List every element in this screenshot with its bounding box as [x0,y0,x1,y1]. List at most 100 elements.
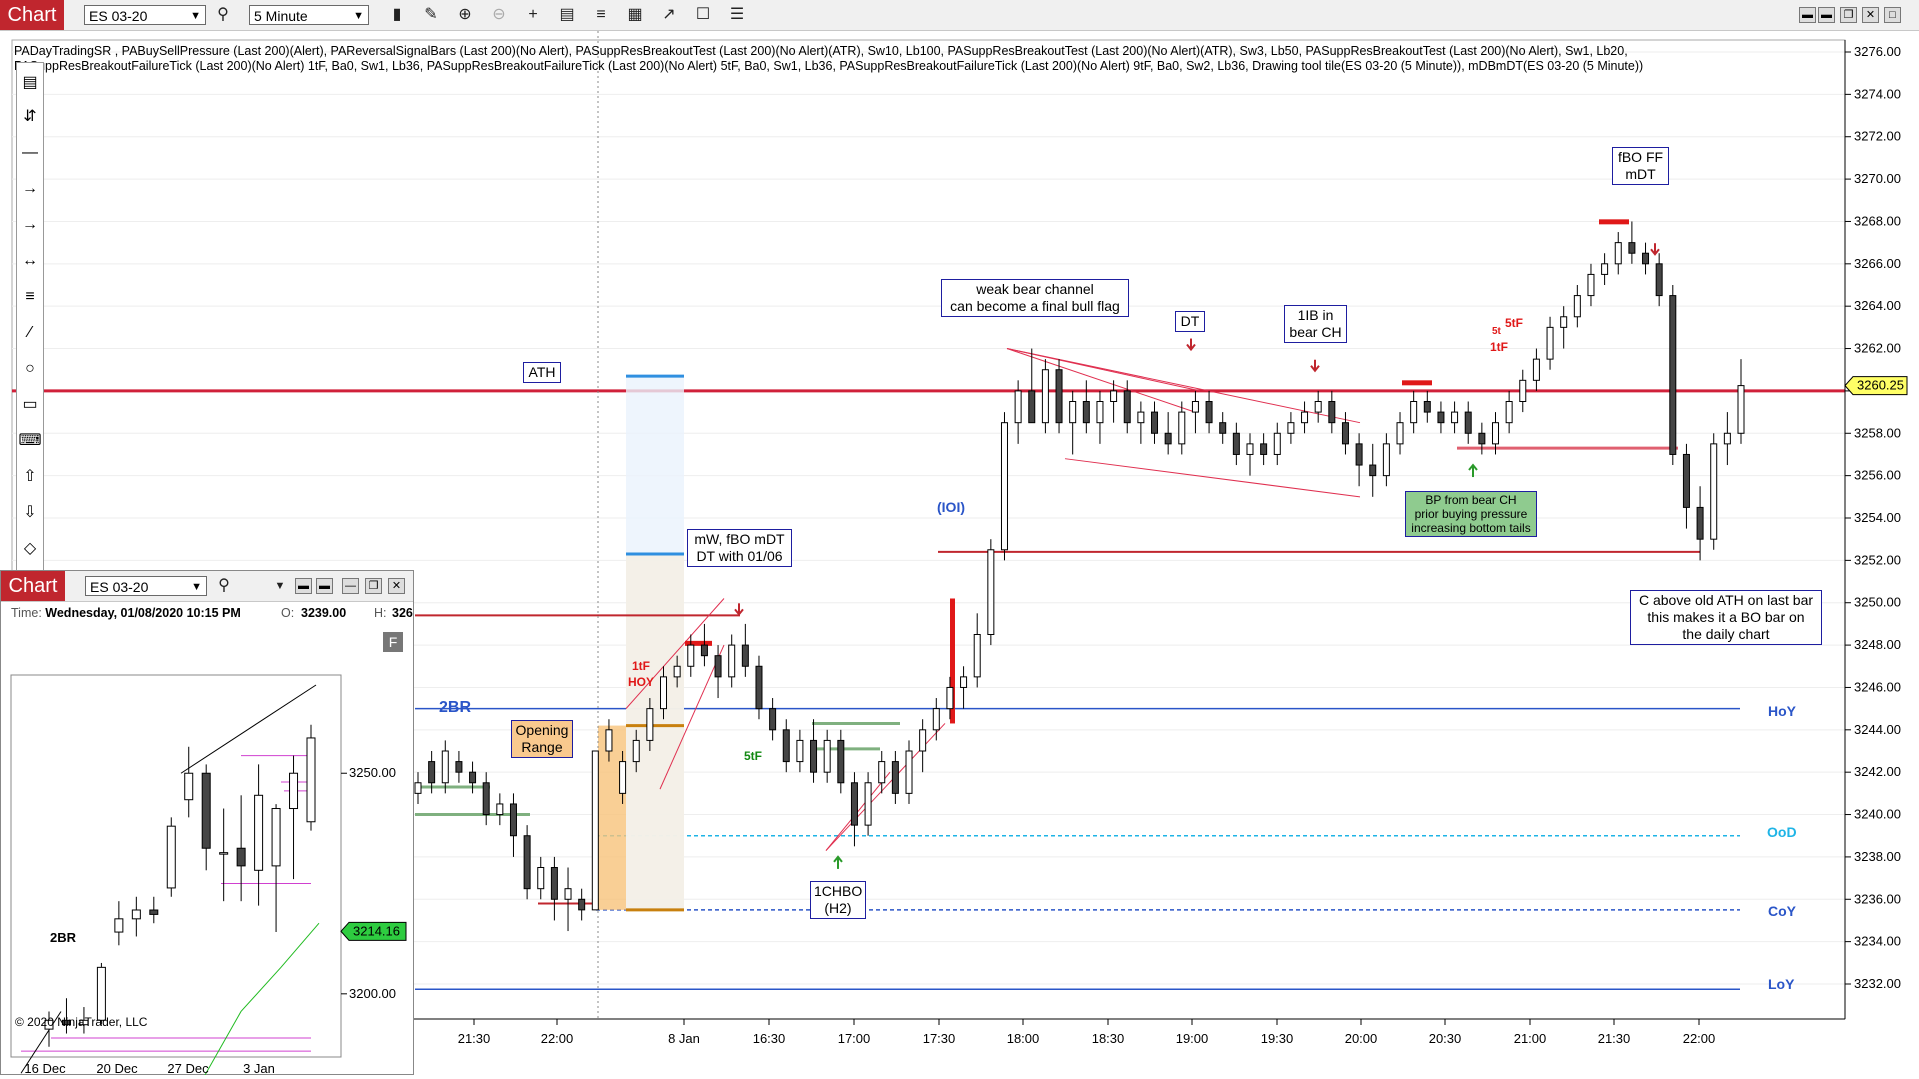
snap-button[interactable]: ▬ [1818,7,1835,23]
opening-range-note[interactable]: Opening Range [511,720,573,758]
time-label: 22:00 [541,1031,574,1046]
chart-tab[interactable]: Chart [0,0,64,30]
mw-note[interactable]: mW, fBO mDT DT with 01/06 [687,529,792,567]
bp-text-1: BP from bear CH [1425,493,1517,507]
tf1-label: 1tF [632,659,650,673]
candle [1000,412,1008,561]
arrow-down-icon[interactable]: ⇩ [17,501,43,525]
tf5-green-label: 5tF [744,749,762,763]
c-above-note[interactable]: C above old ATH on last bar this makes i… [1630,590,1822,645]
close-button[interactable]: ✕ [388,578,405,594]
horizontal-lines-icon[interactable]: ≡ [17,285,43,309]
ib-note[interactable]: 1IB in bear CH [1284,305,1347,343]
daily-candle [131,896,141,937]
bp-note[interactable]: BP from bear CH prior buying pressure in… [1405,491,1537,537]
fbo-text-1: fBO FF [1617,149,1664,165]
fbo-text-2: mDT [1625,166,1656,182]
weak-text-1: weak bear channel [976,281,1094,297]
fbo-note[interactable]: fBO FF mDT [1612,147,1669,185]
arrow-line-icon[interactable]: ↔ [17,249,43,273]
tf1-red2-label: 1tF [1490,340,1508,354]
templates-icon[interactable]: ≡ [590,4,612,26]
candle [1055,359,1063,434]
price-label: 3250.00 [1854,595,1901,610]
risk-reward-icon[interactable]: ⇵ [17,105,43,129]
price-label: 3266.00 [1854,256,1901,271]
crosshair-icon[interactable]: + [522,4,544,26]
pin-button[interactable]: □ [1884,7,1901,23]
price-label: 3248.00 [1854,637,1901,652]
chevron-down-icon: ▼ [353,10,364,22]
daily-price-label: 3250.00 [349,765,396,780]
f-button[interactable]: F [383,632,403,652]
list-icon[interactable]: ☰ [726,4,748,26]
daily-chart-window[interactable]: Chart ES 03-20 ▼ ⚲ ▼ ▬ ▬ — ❐ ✕ Time: Wed… [0,570,414,1075]
price-label: 3254.00 [1854,510,1901,525]
minimize-button[interactable]: — [342,578,359,594]
indicators-icon[interactable]: ↗ [658,4,680,26]
daily-instrument-selector[interactable]: ES 03-20 ▼ [85,576,207,596]
text-icon[interactable]: ⌨ [17,429,43,453]
daily-candle [306,724,316,831]
dt-note[interactable]: DT [1175,311,1205,332]
price-label: 3270.00 [1854,171,1901,186]
red-marker-2 [1599,219,1629,225]
time-label: 18:30 [1092,1031,1125,1046]
price-label: 3238.00 [1854,849,1901,864]
daily-current-price-tag: 3214.16 [340,921,407,941]
search-icon[interactable]: ⚲ [212,4,234,26]
candle [523,825,531,900]
extended-line-icon[interactable]: → [17,213,43,237]
zoom-out-icon[interactable]: ⊖ [488,4,510,26]
time-label: 21:30 [458,1031,491,1046]
rectangle-icon[interactable]: ▭ [17,393,43,417]
drawing-tools-panel: ▤ ⇵ — → → ↔ ≡ ∕ ○ ▭ ⌨ ⇧ ⇩ ◇ [16,62,44,574]
restore-button[interactable]: ❐ [365,578,382,594]
snap-button[interactable]: ▬ [295,578,312,594]
chevron-down-icon: ▼ [190,10,201,22]
data-box-icon[interactable]: ☐ [692,4,714,26]
diamond-icon[interactable]: ◇ [17,537,43,561]
dropdown-icon[interactable]: ▼ [269,575,291,597]
interval-selector[interactable]: 5 Minute ▼ [249,5,369,25]
ib-text-2: bear CH [1289,324,1342,340]
close-button[interactable]: ✕ [1862,7,1879,23]
search-icon[interactable]: ⚲ [213,575,235,597]
bar-type-icon[interactable]: ▮ [386,4,408,26]
strategies-icon[interactable]: ▦ [624,4,646,26]
price-label: 3272.00 [1854,129,1901,144]
price-label: 3240.00 [1854,807,1901,822]
line-icon[interactable]: — [17,141,43,165]
daily-chart[interactable]: 3250.00 3200.00 16 Dec 20 Dec 27 Dec 3 Jan 321… [1,595,413,1075]
ray-icon[interactable]: → [17,177,43,201]
copyright-text: © 2020 NinjaTrader, LLC [15,1015,148,1029]
channel-icon[interactable]: ∕ [17,321,43,345]
tf5-red-label: 5tF [1505,316,1523,330]
pencil-icon[interactable]: ✎ [420,4,442,26]
daily-candle [114,901,124,946]
ath-note[interactable]: ATH [523,362,561,383]
instrument-selector[interactable]: ES 03-20 ▼ [84,5,206,25]
ellipse-icon[interactable]: ○ [17,357,43,381]
time-label: 18:00 [1007,1031,1040,1046]
arrow-up-icon[interactable]: ⇧ [17,465,43,489]
ruler-icon[interactable]: ▤ [17,71,43,95]
minimize-button[interactable]: ▬ [1799,7,1816,23]
properties-icon[interactable]: ▤ [556,4,578,26]
current-price-text: 3260.25 [1857,378,1904,393]
daily-candle [201,764,211,871]
price-label: 3262.00 [1854,341,1901,356]
price-label: 3252.00 [1854,552,1901,567]
snap-button-2[interactable]: ▬ [316,578,333,594]
weak-bear-note[interactable]: weak bear channel can become a final bul… [941,279,1129,317]
price-label: 3274.00 [1854,86,1901,101]
daily-date-label: 3 Jan [243,1061,275,1075]
zoom-in-icon[interactable]: ⊕ [454,4,476,26]
daily-date-label: 20 Dec [96,1061,138,1075]
dt-text: DT [1180,313,1200,329]
chevron-down-icon: ▼ [191,581,202,593]
c-text-1: C above old ATH on last bar [1638,592,1814,608]
chbo-note[interactable]: 1CHBO (H2) [810,881,866,919]
daily-price-label: 3200.00 [349,986,396,1001]
restore-button[interactable]: ❐ [1840,7,1857,23]
